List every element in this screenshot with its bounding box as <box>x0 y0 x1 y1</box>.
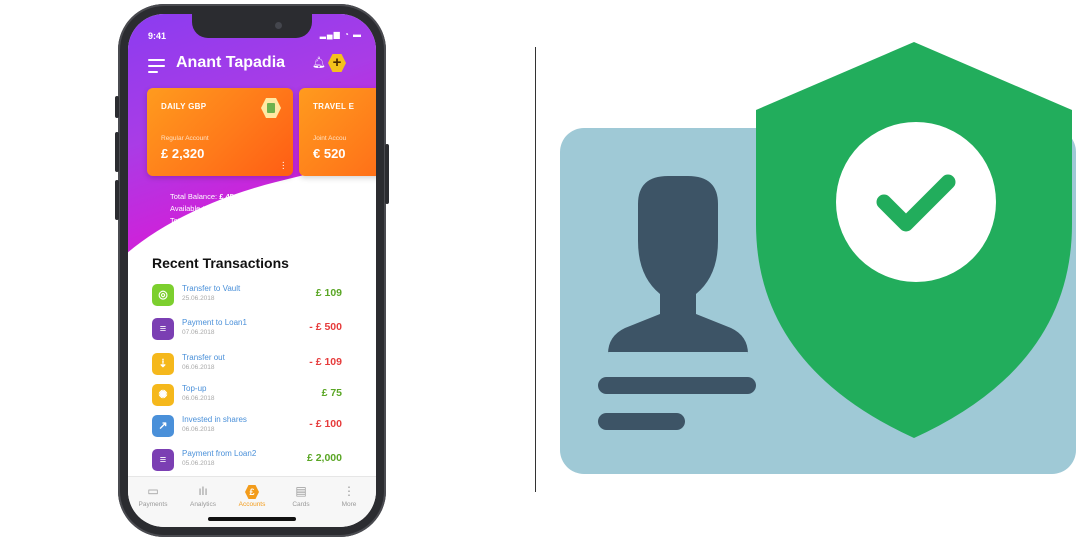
card-title: DAILY GBP <box>161 102 207 111</box>
transfer-out-icon: ⇣ <box>152 353 174 375</box>
id-text-line <box>598 413 685 430</box>
status-time: 9:41 <box>148 31 167 41</box>
transaction-date: 07.06.2018 <box>182 329 215 336</box>
id-text-line <box>598 377 756 394</box>
menu-icon[interactable] <box>148 59 165 77</box>
bell-icon[interactable]: 🔔︎ <box>312 56 326 69</box>
transaction-date: 06.06.2018 <box>182 364 215 371</box>
in-vaults: In Vaults: £ 12,950 <box>170 228 232 237</box>
transaction-amount: £ 2,000 <box>306 452 342 464</box>
mute-switch <box>115 96 119 118</box>
tab-cards[interactable]: ▤ Cards <box>276 483 326 508</box>
user-name: Anant Tapadia <box>176 54 286 71</box>
coins-icon <box>261 98 281 118</box>
transaction-name: Payment to Loan1 <box>182 318 247 327</box>
transaction-row[interactable]: ≡ Payment to Loan1 07.06.2018 - £ 500 <box>152 316 352 346</box>
id-verification-illustration <box>560 42 1076 474</box>
account-card-daily-gbp[interactable]: DAILY GBP Regular Account £ 2,320 · · · <box>147 88 293 176</box>
notch <box>192 14 312 38</box>
power-button <box>385 144 389 204</box>
total-invested: Total Invested: £ 15,986 <box>170 216 250 225</box>
transaction-date: 06.06.2018 <box>182 395 215 402</box>
transaction-name: Top-up <box>182 384 207 393</box>
transaction-row[interactable]: ↗ Invested in shares 06.06.2018 - £ 100 <box>152 413 352 443</box>
accounts-icon: £ <box>227 483 277 499</box>
transaction-row[interactable]: ✺ Top-up 06.06.2018 £ 75 <box>152 382 352 412</box>
transaction-amount: - £ 500 <box>309 321 342 333</box>
transaction-name: Transfer out <box>182 353 225 362</box>
transaction-row[interactable]: ≡ Payment from Loan2 05.06.2018 £ 2,000 <box>152 447 352 477</box>
card-amount: £ 2,320 <box>161 146 205 161</box>
tab-analytics[interactable]: ılı Analytics <box>178 483 228 508</box>
tab-accounts[interactable]: £ Accounts <box>227 483 277 508</box>
phone-screen: 9:41 ▂▄▆ ◔ ▬ Anant Tapadia 🔔︎ + DAILY GB… <box>128 14 376 527</box>
tab-more[interactable]: ⋮ More <box>324 483 374 508</box>
card-subtitle: Regular Account <box>161 135 209 142</box>
volume-down-button <box>115 180 119 220</box>
transaction-date: 05.06.2018 <box>182 460 215 467</box>
transaction-name: Transfer to Vault <box>182 284 241 293</box>
transaction-date: 06.06.2018 <box>182 426 215 433</box>
account-card-travel[interactable]: TRAVEL E Joint Accou € 520 <box>299 88 376 176</box>
transaction-amount: £ 109 <box>315 287 342 299</box>
volume-up-button <box>115 132 119 172</box>
transaction-row[interactable]: ⇣ Transfer out 06.06.2018 - £ 109 <box>152 351 352 381</box>
transaction-amount: - £ 100 <box>309 418 342 430</box>
payments-icon: ▭ <box>147 484 159 498</box>
vault-icon: ◎ <box>152 284 174 306</box>
loan-icon: ≡ <box>152 449 174 471</box>
transaction-row[interactable]: ◎ Transfer to Vault 25.06.2018 £ 109 <box>152 282 352 312</box>
total-balance: Total Balance: £ 45,094.24 <box>170 192 259 201</box>
balance-summary: Total Balance: £ 45,094.24 Available to … <box>170 191 266 239</box>
cards-icon: ▤ <box>295 484 307 498</box>
card-title: TRAVEL E <box>313 102 355 111</box>
card-amount: € 520 <box>313 146 346 161</box>
home-indicator <box>208 517 296 521</box>
transaction-amount: - £ 109 <box>309 356 342 368</box>
more-icon: ⋮ <box>343 484 355 498</box>
transaction-date: 25.06.2018 <box>182 295 215 302</box>
top-up-icon: ✺ <box>152 384 174 406</box>
transaction-name: Invested in shares <box>182 415 247 424</box>
transaction-amount: £ 75 <box>321 387 342 399</box>
card-menu-icon[interactable]: · · · <box>282 158 285 174</box>
analytics-icon: ılı <box>198 484 208 498</box>
shares-icon: ↗ <box>152 415 174 437</box>
phone-mockup: 9:41 ▂▄▆ ◔ ▬ Anant Tapadia 🔔︎ + DAILY GB… <box>115 4 389 537</box>
signal-wifi-battery-icon: ▂▄▆ ◔ ▬ <box>319 30 362 39</box>
loan-icon: ≡ <box>152 318 174 340</box>
divider <box>535 47 536 492</box>
transaction-name: Payment from Loan2 <box>182 449 257 458</box>
section-title: Recent Transactions <box>152 255 289 271</box>
tab-payments[interactable]: ▭ Payments <box>128 483 178 508</box>
card-subtitle: Joint Accou <box>313 135 347 142</box>
available-to-spend: Available to Spend: £ 54,753 <box>170 204 266 213</box>
